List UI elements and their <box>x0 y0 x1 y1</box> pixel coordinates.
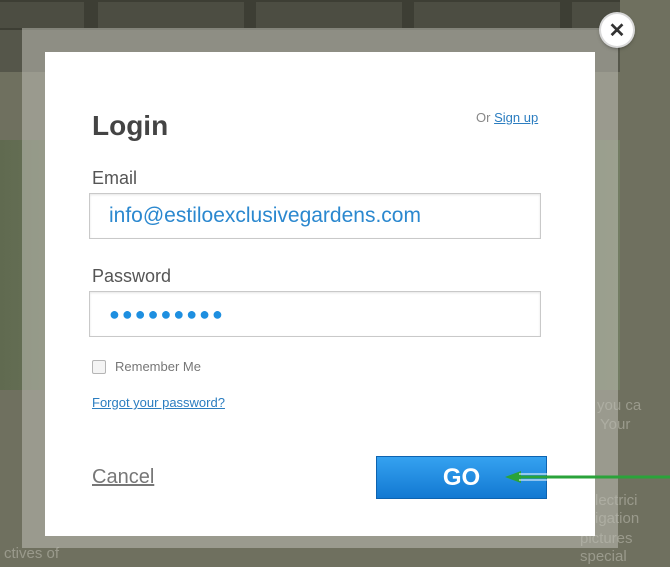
close-button[interactable]: ✕ <box>601 14 633 46</box>
email-field[interactable]: info@estiloexclusivegardens.com <box>89 193 541 239</box>
go-label: GO <box>442 463 481 491</box>
signup-prefix: Or <box>476 110 491 125</box>
remember-label: Remember Me <box>115 359 201 374</box>
password-label: Password <box>92 266 172 286</box>
password-field[interactable]: ●●●●●●●●● <box>89 291 541 337</box>
login-title: Login <box>92 110 169 141</box>
arrow-icon <box>505 471 670 483</box>
close-icon: ✕ <box>608 19 626 42</box>
remember-checkbox[interactable] <box>92 359 106 374</box>
signup-area: Or Sign up <box>476 110 538 125</box>
email-value: info@estiloexclusivegardens.com <box>109 204 421 227</box>
password-value: ●●●●●●●●● <box>109 303 225 324</box>
remember-me[interactable]: Remember Me <box>92 359 201 374</box>
signup-link[interactable]: Sign up <box>494 110 538 125</box>
email-label: Email <box>92 168 138 188</box>
background-nav <box>0 0 620 30</box>
cancel-button[interactable]: Cancel <box>92 466 154 489</box>
background-text: special <box>580 548 627 565</box>
forgot-password-link[interactable]: Forgot your password? <box>92 395 225 410</box>
